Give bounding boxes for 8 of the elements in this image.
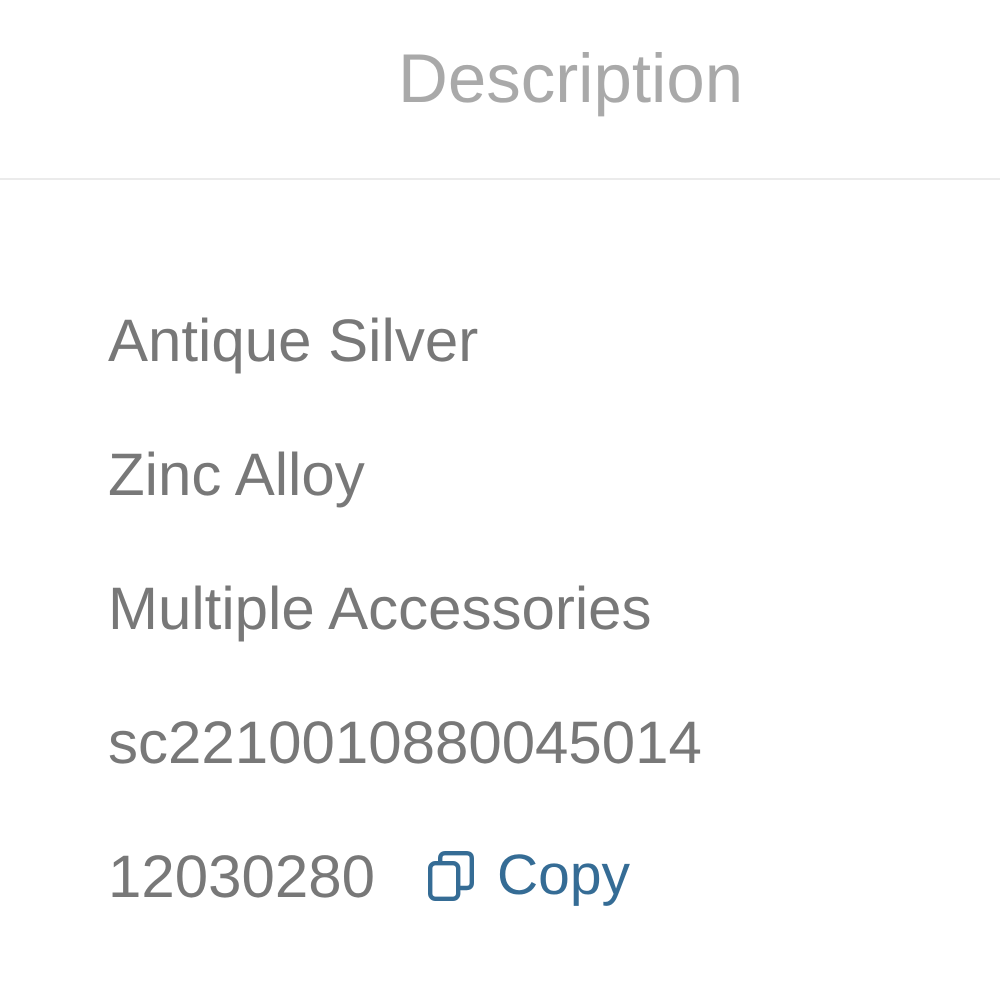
detail-value: Multiple Accessories (108, 574, 652, 642)
copy-button[interactable]: Copy (426, 843, 630, 909)
section-title: Description (398, 39, 744, 119)
detail-value: Zinc Alloy (108, 440, 365, 508)
detail-value: sc2210010880045014 (108, 708, 702, 776)
detail-value: 12030280 (108, 842, 375, 910)
detail-value: Antique Silver (108, 306, 478, 374)
copy-icon (426, 850, 475, 902)
